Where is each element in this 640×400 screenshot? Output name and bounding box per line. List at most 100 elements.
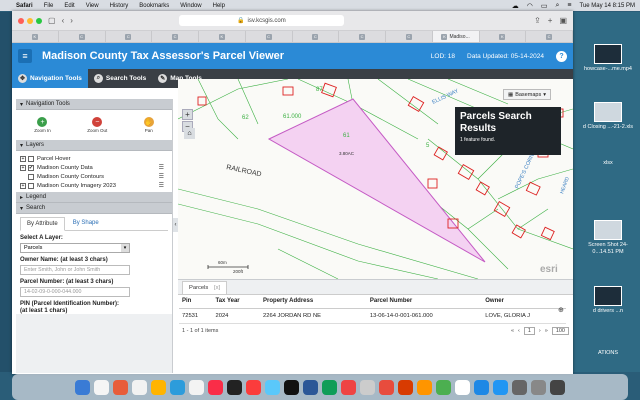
section-header-layers[interactable]: ▾ Layers: [16, 140, 172, 151]
pan-button[interactable]: ✋ Pan: [143, 117, 154, 133]
dock-app-icon[interactable]: [151, 379, 166, 395]
layer-checkbox[interactable]: ✔: [28, 164, 34, 171]
desktop-file[interactable]: howcase-...me.mp4: [578, 44, 638, 73]
map-zoom-in-button[interactable]: +: [182, 109, 193, 120]
results-tab-parcels[interactable]: Parcels [x]: [182, 281, 228, 294]
menu-safari[interactable]: Safari: [16, 3, 33, 9]
cloud-icon[interactable]: ☁: [512, 2, 519, 10]
close-window-button[interactable]: [18, 17, 24, 24]
dock-app-icon[interactable]: [322, 379, 337, 395]
last-page-icon[interactable]: »: [545, 328, 548, 334]
first-page-icon[interactable]: «: [511, 328, 514, 334]
browser-tab[interactable]: C: [106, 31, 153, 42]
dock-app-icon[interactable]: [341, 379, 356, 395]
dock-app-icon[interactable]: [189, 379, 204, 395]
browser-tab[interactable]: K: [12, 31, 59, 42]
home-icon[interactable]: ⌂: [184, 128, 195, 139]
help-icon[interactable]: ?: [556, 50, 567, 62]
dock-app-icon[interactable]: [132, 379, 147, 395]
column-header-parcel-number[interactable]: Parcel Number: [366, 295, 483, 309]
browser-tab[interactable]: K Madiso...: [432, 31, 480, 42]
browser-tab[interactable]: C: [386, 31, 433, 42]
layer-madison-county-imagery[interactable]: + Madison County Imagery 2023 ☰: [16, 181, 172, 190]
menu-history[interactable]: History: [110, 3, 129, 9]
new-tab-icon[interactable]: +: [548, 16, 553, 25]
control-center-icon[interactable]: ≡: [567, 2, 571, 9]
menu-file[interactable]: File: [44, 3, 54, 9]
section-header-legend[interactable]: ▸ Legend: [16, 192, 172, 203]
dock-app-icon[interactable]: [284, 379, 299, 395]
prev-page-icon[interactable]: ‹: [518, 328, 520, 334]
dock-app-icon[interactable]: [455, 379, 470, 395]
zoom-window-button[interactable]: [36, 17, 42, 24]
wifi-icon[interactable]: ◠: [527, 2, 533, 10]
dock-app-icon[interactable]: [94, 379, 109, 395]
browser-tab[interactable]: K: [480, 31, 527, 42]
dock-app-icon[interactable]: [436, 379, 451, 395]
page-size-select[interactable]: 100: [551, 326, 569, 335]
tab-overview-icon[interactable]: ▣: [559, 16, 567, 25]
menu-edit[interactable]: Edit: [64, 3, 74, 9]
menu-help[interactable]: Help: [213, 3, 225, 9]
search-icon[interactable]: ⌕: [556, 2, 560, 10]
desktop-file[interactable]: xlsx: [578, 160, 638, 167]
section-header-search[interactable]: ▾ Search: [16, 203, 172, 214]
column-header-owner[interactable]: Owner: [482, 295, 566, 309]
share-icon[interactable]: ⇪: [534, 16, 541, 25]
layer-madison-county-data[interactable]: + ✔ Madison County Data ☰: [16, 163, 172, 172]
dock-app-icon[interactable]: [75, 379, 90, 395]
dock-app-icon[interactable]: [246, 379, 261, 395]
back-icon[interactable]: ‹: [62, 16, 65, 25]
dock-app-icon[interactable]: [360, 379, 375, 395]
browser-tab[interactable]: C: [293, 31, 340, 42]
tab-navigation-tools[interactable]: ✥ Navigation Tools: [12, 69, 88, 88]
minimize-window-button[interactable]: [27, 17, 33, 24]
desktop-file[interactable]: d drivers ...n: [578, 286, 638, 315]
parcel-number-input[interactable]: 14-02-09-0-000-044.000: [20, 287, 130, 297]
browser-tab[interactable]: C: [152, 31, 199, 42]
expand-icon[interactable]: +: [20, 182, 26, 189]
dock-app-icon[interactable]: [303, 379, 318, 395]
forward-icon[interactable]: ›: [70, 16, 73, 25]
dock-app-icon[interactable]: [493, 379, 508, 395]
dock-app-icon[interactable]: [208, 379, 223, 395]
column-header-pin[interactable]: Pin: [179, 295, 213, 309]
owner-name-input[interactable]: Enter Smith, John or John Smith: [20, 265, 130, 275]
dock-app-icon[interactable]: [550, 379, 565, 395]
dock-app-icon[interactable]: [398, 379, 413, 395]
menu-window[interactable]: Window: [180, 3, 201, 9]
expand-icon[interactable]: +: [20, 155, 26, 162]
layer-menu-icon[interactable]: ☰: [159, 173, 164, 180]
tab-search-tools[interactable]: ⌕ Search Tools: [88, 69, 152, 88]
menubar-clock[interactable]: Tue May 14 8:15 PM: [580, 3, 635, 9]
column-header-address[interactable]: Property Address: [260, 295, 367, 309]
dock-app-icon[interactable]: [227, 379, 242, 395]
tab-by-attribute[interactable]: By Attribute: [20, 217, 65, 231]
page-number[interactable]: 1: [523, 326, 535, 335]
dock-app-icon[interactable]: [512, 379, 527, 395]
tab-by-shape[interactable]: By Shape: [67, 217, 105, 230]
browser-tab[interactable]: C: [526, 31, 573, 42]
layer-parcel-hover[interactable]: + Parcel Hover: [16, 154, 172, 163]
layer-checkbox[interactable]: [28, 155, 34, 162]
add-column-icon[interactable]: ⊕: [558, 306, 564, 314]
desktop-file[interactable]: d Closing ...-21-2.xls: [578, 102, 638, 131]
address-bar[interactable]: 🔒 isv.kcsgis.com: [178, 15, 344, 26]
menu-view[interactable]: View: [86, 3, 99, 9]
hamburger-menu-icon[interactable]: ≡: [18, 49, 32, 63]
layer-select[interactable]: Parcels ▾: [20, 243, 130, 253]
layer-menu-icon[interactable]: ☰: [159, 164, 164, 171]
close-tab-button[interactable]: [x]: [214, 285, 220, 291]
browser-tab[interactable]: C: [339, 31, 386, 42]
dock-app-icon[interactable]: [474, 379, 489, 395]
zoom-in-button[interactable]: + Zoom In: [34, 117, 51, 133]
browser-tab[interactable]: C: [59, 31, 106, 42]
sidebar-icon[interactable]: ▢: [48, 16, 56, 25]
selected-parcel[interactable]: [267, 98, 486, 263]
zoom-out-button[interactable]: − Zoom Out: [87, 117, 107, 133]
map-view[interactable]: 62 61 61.000 87 5 3.80AC RAILROAD ELLIS …: [178, 79, 573, 279]
layer-menu-icon[interactable]: ☰: [159, 182, 164, 189]
menu-bookmarks[interactable]: Bookmarks: [139, 3, 169, 9]
dock-app-icon[interactable]: [113, 379, 128, 395]
section-header-navigation[interactable]: ▾ Navigation Tools: [16, 99, 172, 110]
